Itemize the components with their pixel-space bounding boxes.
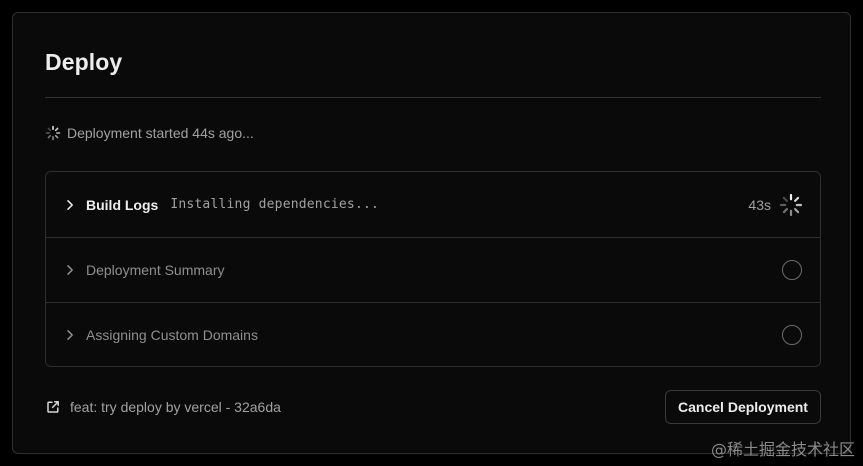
step-assigning-custom-domains[interactable]: Assigning Custom Domains xyxy=(46,302,820,366)
step-build-logs[interactable]: Build Logs Installing dependencies... 43… xyxy=(46,172,820,237)
step-log-line: Installing dependencies... xyxy=(170,197,380,212)
commit-message: feat: try deploy by vercel - 32a6da xyxy=(70,399,281,415)
status-text: Deployment started 44s ago... xyxy=(67,125,254,141)
watermark: @稀土掘金技术社区 xyxy=(710,440,855,459)
chevron-right-icon xyxy=(67,265,73,275)
step-deployment-summary[interactable]: Deployment Summary xyxy=(46,237,820,302)
deployment-status: Deployment started 44s ago... xyxy=(45,124,254,142)
spinner-icon xyxy=(779,193,803,216)
spinner-icon xyxy=(45,125,61,141)
chevron-right-icon xyxy=(67,199,73,210)
pending-circle-icon xyxy=(782,260,802,280)
commit-link[interactable]: feat: try deploy by vercel - 32a6da xyxy=(45,397,281,417)
step-duration: 43s xyxy=(748,196,771,213)
step-label: Deployment Summary xyxy=(86,262,225,278)
deploy-card: Deploy Deployment started 44s ago... Bui… xyxy=(12,12,851,454)
deployment-steps: Build Logs Installing dependencies... 43… xyxy=(45,171,821,367)
cancel-deployment-button[interactable]: Cancel Deployment xyxy=(665,390,821,424)
step-label: Build Logs xyxy=(86,196,159,213)
pending-circle-icon xyxy=(782,325,802,345)
page-title: Deploy xyxy=(45,49,123,75)
title-divider xyxy=(45,97,821,98)
chevron-right-icon xyxy=(67,330,73,340)
step-label: Assigning Custom Domains xyxy=(86,327,258,343)
external-link-icon xyxy=(47,401,59,413)
